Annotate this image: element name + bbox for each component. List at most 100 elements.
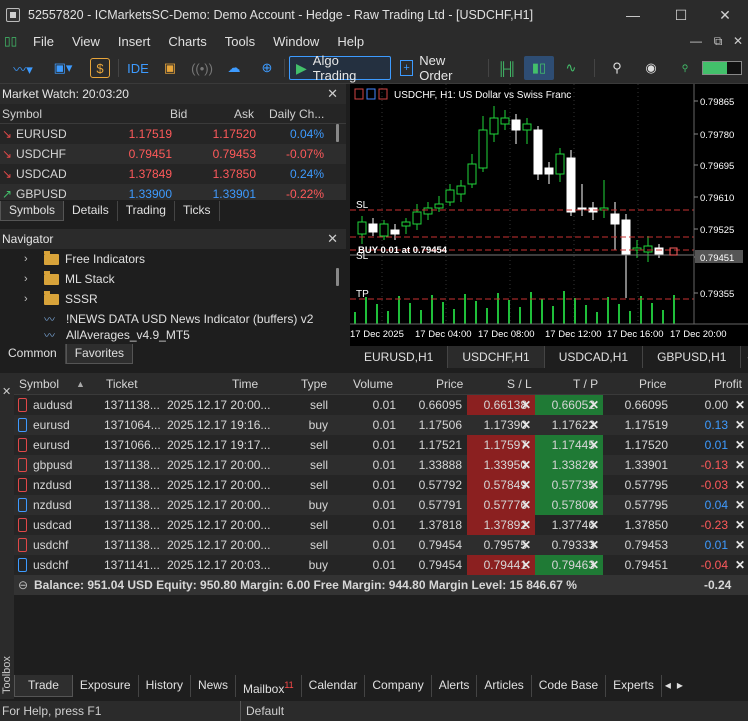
close-icon[interactable]: ✕ bbox=[2, 385, 11, 398]
remove-tp-icon[interactable]: ✕ bbox=[589, 535, 599, 555]
remove-sl-icon[interactable]: ✕ bbox=[521, 535, 531, 555]
col-bid[interactable]: Bid bbox=[170, 104, 187, 124]
tab-details[interactable]: Details bbox=[64, 201, 118, 221]
line-chart-icon[interactable]: ∿ bbox=[560, 56, 582, 80]
col-current-price[interactable]: Price bbox=[639, 373, 666, 395]
account-icon[interactable]: ◉ bbox=[640, 56, 662, 80]
maximize-button[interactable]: ☐ bbox=[658, 0, 704, 30]
close-position-icon[interactable]: ✕ bbox=[735, 555, 745, 575]
remove-tp-icon[interactable]: ✕ bbox=[589, 495, 599, 515]
chart-canvas[interactable]: SL SL TP BUY 0.01 at 0.79454 0.798650.79… bbox=[350, 84, 748, 346]
chart-tab-usdcad[interactable]: USDCAD,H1 bbox=[545, 346, 644, 368]
nav-folder-ml-stack[interactable]: › ML Stack bbox=[0, 269, 346, 289]
trade-row[interactable]: audusd 1371138... 2025.12.17 20:00... sell 0… bbox=[14, 395, 748, 415]
menu-insert[interactable]: Insert bbox=[112, 34, 163, 49]
chart-tabs-prev-icon[interactable]: ◂ bbox=[741, 346, 748, 368]
collapse-icon[interactable]: ⊖ bbox=[18, 575, 28, 595]
status-profile[interactable]: Default bbox=[246, 701, 284, 721]
remove-sl-icon[interactable]: ✕ bbox=[521, 475, 531, 495]
col-daily-change[interactable]: Daily Ch... bbox=[269, 104, 324, 124]
remove-sl-icon[interactable]: ✕ bbox=[521, 395, 531, 415]
market-bag-icon[interactable]: ▣ bbox=[160, 56, 180, 80]
nav-folder-free-indicators[interactable]: › Free Indicators bbox=[0, 249, 346, 269]
col-symbol[interactable]: Symbol bbox=[2, 104, 42, 124]
col-ticket[interactable]: Ticket bbox=[106, 373, 138, 395]
tabs-prev-icon[interactable]: ◂ bbox=[662, 675, 674, 697]
close-window-button[interactable]: ✕ bbox=[702, 0, 748, 30]
col-profit[interactable]: Profit bbox=[714, 373, 742, 395]
close-position-icon[interactable]: ✕ bbox=[735, 535, 745, 555]
algo-trading-button[interactable]: ▶ Algo Trading bbox=[289, 53, 391, 83]
remove-sl-icon[interactable]: ✕ bbox=[521, 555, 531, 575]
tab-mailbox[interactable]: Mailbox11 bbox=[236, 675, 302, 697]
remove-tp-icon[interactable]: ✕ bbox=[589, 435, 599, 455]
remove-sl-icon[interactable]: ✕ bbox=[521, 435, 531, 455]
ide-button[interactable]: IDE bbox=[126, 56, 150, 80]
nav-folder-sssr[interactable]: › SSSR bbox=[0, 289, 346, 309]
price-chart[interactable]: SL SL TP BUY 0.01 at 0.79454 0.79865 0.79… bbox=[350, 84, 748, 346]
close-position-icon[interactable]: ✕ bbox=[735, 435, 745, 455]
vps-globe-icon[interactable]: ⊕ bbox=[256, 56, 278, 80]
search-icon[interactable]: ⚲ bbox=[606, 56, 628, 80]
col-volume[interactable]: Volume bbox=[353, 373, 393, 395]
remove-tp-icon[interactable]: ✕ bbox=[589, 395, 599, 415]
indicators-dropdown-icon[interactable]: ▣▾ bbox=[46, 56, 80, 80]
menu-help[interactable]: Help bbox=[331, 34, 376, 49]
chevron-right-icon[interactable]: › bbox=[24, 273, 36, 285]
tab-trade[interactable]: Trade bbox=[14, 675, 73, 697]
col-time[interactable]: Time bbox=[232, 373, 258, 395]
tab-experts[interactable]: Experts bbox=[606, 675, 662, 697]
candlestick-chart-icon[interactable]: ▮▯ bbox=[524, 56, 554, 80]
nav-indicator-allaverages[interactable]: 〰 AllAverages_v4.9_MT5 bbox=[0, 328, 346, 342]
close-position-icon[interactable]: ✕ bbox=[735, 395, 745, 415]
close-position-icon[interactable]: ✕ bbox=[735, 475, 745, 495]
col-price[interactable]: Price bbox=[436, 373, 463, 395]
chart-menu-icon[interactable]: ▯▯ bbox=[4, 34, 20, 48]
market-watch-row[interactable]: ↗ GBPUSD 1.33900 1.33901 -0.22% bbox=[0, 184, 346, 200]
dollar-icon[interactable]: $ bbox=[90, 58, 110, 78]
menu-view[interactable]: View bbox=[66, 34, 112, 49]
child-minimize-icon[interactable]: — bbox=[686, 30, 706, 52]
chart-tab-eurusd[interactable]: EURUSD,H1 bbox=[350, 346, 449, 368]
remove-sl-icon[interactable]: ✕ bbox=[521, 415, 531, 435]
level-icon[interactable]: ⚲ bbox=[674, 56, 696, 80]
remove-tp-icon[interactable]: ✕ bbox=[589, 555, 599, 575]
chevron-right-icon[interactable]: › bbox=[24, 253, 36, 265]
close-position-icon[interactable]: ✕ bbox=[735, 495, 745, 515]
trade-row[interactable]: gbpusd 1371138... 2025.12.17 20:00... sell 0… bbox=[14, 455, 748, 475]
trade-row[interactable]: usdchf 1371138... 2025.12.17 20:00... sell 0… bbox=[14, 535, 748, 555]
market-watch-row[interactable]: ↘ USDCHF 0.79451 0.79453 -0.07% bbox=[0, 144, 346, 164]
close-icon[interactable]: ✕ bbox=[327, 86, 338, 102]
close-icon[interactable]: ✕ bbox=[327, 231, 338, 247]
tab-history[interactable]: History bbox=[139, 675, 191, 697]
col-tp[interactable]: T / P bbox=[573, 373, 598, 395]
chevron-right-icon[interactable]: › bbox=[24, 293, 36, 305]
chart-tab-usdchf[interactable]: USDCHF,H1 bbox=[448, 346, 545, 368]
col-type[interactable]: Type bbox=[301, 373, 327, 395]
close-position-icon[interactable]: ✕ bbox=[735, 415, 745, 435]
nav-indicator-news-data[interactable]: 〰 !NEWS DATA USD News Indicator (buffers… bbox=[0, 309, 346, 329]
child-restore-icon[interactable]: ⧉ bbox=[708, 30, 728, 52]
cloud-icon[interactable]: ☁ bbox=[224, 56, 244, 80]
tab-favorites[interactable]: Favorites bbox=[65, 344, 134, 364]
tab-exposure[interactable]: Exposure bbox=[73, 675, 139, 697]
col-symbol[interactable]: Symbol bbox=[19, 373, 59, 395]
new-order-button[interactable]: + New Order bbox=[396, 53, 482, 83]
tab-code-base[interactable]: Code Base bbox=[532, 675, 607, 697]
col-sl[interactable]: S / L bbox=[507, 373, 532, 395]
line-chart-dropdown-icon[interactable]: 〰▾ bbox=[6, 56, 40, 80]
tab-symbols[interactable]: Symbols bbox=[0, 201, 65, 221]
remove-tp-icon[interactable]: ✕ bbox=[589, 475, 599, 495]
trade-row[interactable]: nzdusd 1371138... 2025.12.17 20:00... buy 0.… bbox=[14, 495, 748, 515]
market-watch-row[interactable]: ↘ USDCAD 1.37849 1.37850 0.24% bbox=[0, 164, 346, 184]
menu-file[interactable]: File bbox=[27, 34, 66, 49]
remove-sl-icon[interactable]: ✕ bbox=[521, 455, 531, 475]
tab-calendar[interactable]: Calendar bbox=[302, 675, 366, 697]
close-position-icon[interactable]: ✕ bbox=[735, 515, 745, 535]
trade-row[interactable]: usdcad 1371138... 2025.12.17 20:00... sell 0… bbox=[14, 515, 748, 535]
trade-row[interactable]: eurusd 1371066... 2025.12.17 19:17... sell 0… bbox=[14, 435, 748, 455]
navigator-scrollbar[interactable] bbox=[336, 268, 339, 286]
trade-row[interactable]: nzdusd 1371138... 2025.12.17 20:00... sell 0… bbox=[14, 475, 748, 495]
tab-alerts[interactable]: Alerts bbox=[432, 675, 478, 697]
tab-company[interactable]: Company bbox=[365, 675, 432, 697]
